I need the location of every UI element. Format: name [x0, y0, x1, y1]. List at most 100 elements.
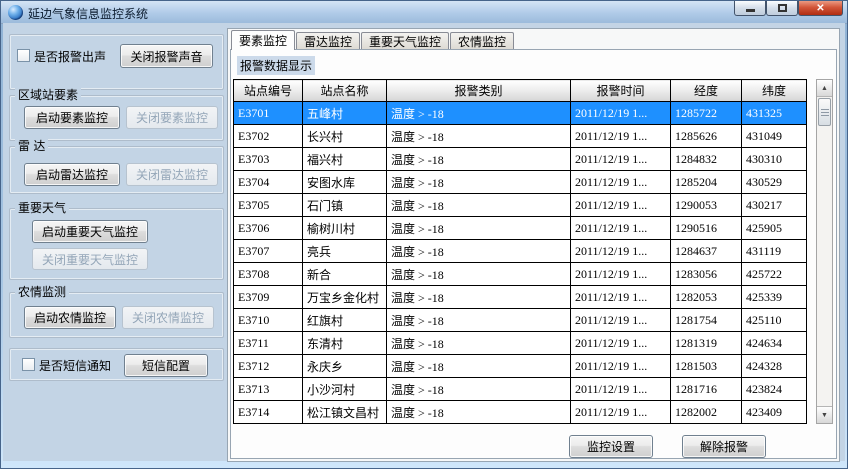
column-header[interactable]: 经度 — [671, 80, 742, 102]
table-row[interactable]: E3704安图水库温度 > -182011/12/19 1...12852044… — [234, 171, 807, 194]
table-cell[interactable]: E3712 — [234, 355, 303, 378]
tab-1[interactable]: 雷达监控 — [296, 32, 360, 50]
table-cell[interactable]: 430310 — [742, 148, 807, 171]
table-cell[interactable]: 温度 > -18 — [387, 217, 571, 240]
table-cell[interactable]: E3702 — [234, 125, 303, 148]
table-cell[interactable]: E3705 — [234, 194, 303, 217]
table-cell[interactable]: 温度 > -18 — [387, 102, 571, 125]
table-cell[interactable]: 温度 > -18 — [387, 148, 571, 171]
table-cell[interactable]: E3706 — [234, 217, 303, 240]
column-header[interactable]: 站点编号 — [234, 80, 303, 102]
table-cell[interactable]: 温度 > -18 — [387, 194, 571, 217]
table-cell[interactable]: 1281754 — [671, 309, 742, 332]
table-cell[interactable]: 425339 — [742, 286, 807, 309]
table-cell[interactable]: 423409 — [742, 401, 807, 424]
stop-element-monitor-button[interactable]: 关闭要素监控 — [126, 106, 218, 129]
column-header[interactable]: 报警时间 — [571, 80, 671, 102]
table-cell[interactable]: 1285626 — [671, 125, 742, 148]
table-cell[interactable]: 1284637 — [671, 240, 742, 263]
table-cell[interactable]: 松江镇文昌村 — [303, 401, 387, 424]
table-row[interactable]: E3714松江镇文昌村温度 > -182011/12/19 1...128200… — [234, 401, 807, 424]
alarm-sound-checkbox[interactable] — [17, 49, 30, 62]
table-cell[interactable]: 安图水库 — [303, 171, 387, 194]
table-row[interactable]: E3710红旗村温度 > -182011/12/19 1...128175442… — [234, 309, 807, 332]
table-cell[interactable]: 425905 — [742, 217, 807, 240]
table-cell[interactable]: 425722 — [742, 263, 807, 286]
table-cell[interactable]: 温度 > -18 — [387, 378, 571, 401]
table-cell[interactable]: 2011/12/19 1... — [571, 240, 671, 263]
table-row[interactable]: E3701五峰村温度 > -182011/12/19 1...128572243… — [234, 102, 807, 125]
close-button[interactable]: ✕ — [798, 1, 843, 16]
table-cell[interactable]: 2011/12/19 1... — [571, 401, 671, 424]
table-cell[interactable]: 431325 — [742, 102, 807, 125]
table-cell[interactable]: 431119 — [742, 240, 807, 263]
table-cell[interactable]: 1281716 — [671, 378, 742, 401]
table-cell[interactable]: 温度 > -18 — [387, 309, 571, 332]
table-cell[interactable]: 2011/12/19 1... — [571, 217, 671, 240]
scrollbar-thumb[interactable] — [818, 98, 831, 126]
close-alarm-sound-button[interactable]: 关闭报警声音 — [120, 44, 213, 68]
table-cell[interactable]: 1284832 — [671, 148, 742, 171]
scroll-up-button[interactable]: ▲ — [817, 80, 832, 97]
maximize-button[interactable] — [766, 1, 798, 16]
tab-3[interactable]: 农情监控 — [450, 32, 514, 50]
stop-radar-monitor-button[interactable]: 关闭雷达监控 — [126, 163, 218, 186]
monitor-settings-button[interactable]: 监控设置 — [569, 435, 653, 458]
table-row[interactable]: E3702长兴村温度 > -182011/12/19 1...128562643… — [234, 125, 807, 148]
table-cell[interactable]: E3703 — [234, 148, 303, 171]
table-cell[interactable]: 温度 > -18 — [387, 240, 571, 263]
table-cell[interactable]: E3709 — [234, 286, 303, 309]
table-cell[interactable]: 424634 — [742, 332, 807, 355]
table-cell[interactable]: 温度 > -18 — [387, 332, 571, 355]
table-cell[interactable]: 温度 > -18 — [387, 171, 571, 194]
table-cell[interactable]: E3713 — [234, 378, 303, 401]
table-cell[interactable]: 温度 > -18 — [387, 263, 571, 286]
table-cell[interactable]: 2011/12/19 1... — [571, 194, 671, 217]
table-cell[interactable]: 2011/12/19 1... — [571, 286, 671, 309]
table-cell[interactable]: E3710 — [234, 309, 303, 332]
table-row[interactable]: E3707亮兵温度 > -182011/12/19 1...1284637431… — [234, 240, 807, 263]
table-cell[interactable]: 2011/12/19 1... — [571, 125, 671, 148]
table-cell[interactable]: 1285204 — [671, 171, 742, 194]
table-cell[interactable]: 温度 > -18 — [387, 401, 571, 424]
table-row[interactable]: E3703福兴村温度 > -182011/12/19 1...128483243… — [234, 148, 807, 171]
table-cell[interactable]: 430217 — [742, 194, 807, 217]
table-row[interactable]: E3708新合温度 > -182011/12/19 1...1283056425… — [234, 263, 807, 286]
table-cell[interactable]: 永庆乡 — [303, 355, 387, 378]
table-cell[interactable]: 新合 — [303, 263, 387, 286]
table-cell[interactable]: 423824 — [742, 378, 807, 401]
table-cell[interactable]: 2011/12/19 1... — [571, 263, 671, 286]
table-cell[interactable]: 2011/12/19 1... — [571, 102, 671, 125]
stop-agriculture-monitor-button[interactable]: 关闭农情监控 — [122, 306, 214, 329]
table-cell[interactable]: 温度 > -18 — [387, 286, 571, 309]
table-row[interactable]: E3713小沙河村温度 > -182011/12/19 1...12817164… — [234, 378, 807, 401]
column-header[interactable]: 纬度 — [742, 80, 807, 102]
table-cell[interactable]: 1290516 — [671, 217, 742, 240]
table-cell[interactable]: 2011/12/19 1... — [571, 378, 671, 401]
table-cell[interactable]: 1282002 — [671, 401, 742, 424]
table-cell[interactable]: 1281503 — [671, 355, 742, 378]
table-cell[interactable]: 2011/12/19 1... — [571, 332, 671, 355]
table-cell[interactable]: 万宝乡金化村 — [303, 286, 387, 309]
table-cell[interactable]: 温度 > -18 — [387, 125, 571, 148]
titlebar[interactable]: 延边气象信息监控系统 ✕ — [1, 1, 847, 24]
table-cell[interactable]: 温度 > -18 — [387, 355, 571, 378]
stop-severe-weather-button[interactable]: 关闭重要天气监控 — [32, 248, 148, 270]
tab-0[interactable]: 要素监控 — [231, 30, 295, 50]
sms-config-button[interactable]: 短信配置 — [124, 354, 208, 377]
table-cell[interactable]: E3704 — [234, 171, 303, 194]
scroll-down-button[interactable]: ▼ — [817, 406, 832, 423]
table-cell[interactable]: 1290053 — [671, 194, 742, 217]
table-cell[interactable]: 424328 — [742, 355, 807, 378]
table-cell[interactable]: 亮兵 — [303, 240, 387, 263]
table-cell[interactable]: 长兴村 — [303, 125, 387, 148]
table-cell[interactable]: 2011/12/19 1... — [571, 171, 671, 194]
table-cell[interactable]: E3707 — [234, 240, 303, 263]
sms-notify-checkbox[interactable] — [22, 358, 35, 371]
clear-alarm-button[interactable]: 解除报警 — [682, 435, 766, 458]
start-radar-monitor-button[interactable]: 启动雷达监控 — [24, 163, 120, 186]
table-row[interactable]: E3709万宝乡金化村温度 > -182011/12/19 1...128205… — [234, 286, 807, 309]
column-header[interactable]: 站点名称 — [303, 80, 387, 102]
column-header[interactable]: 报警类别 — [387, 80, 571, 102]
table-cell[interactable]: 小沙河村 — [303, 378, 387, 401]
